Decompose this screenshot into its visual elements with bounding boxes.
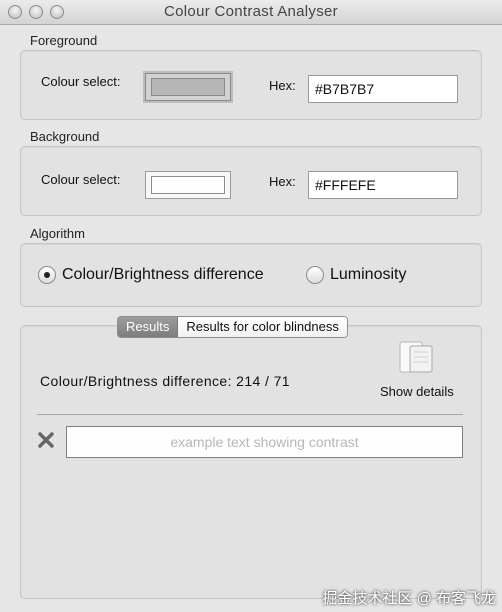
foreground-panel: Colour select: Hex: — [20, 50, 482, 120]
algorithm-option-luminosity[interactable]: Luminosity — [306, 262, 406, 288]
foreground-swatch-fill — [151, 78, 225, 96]
show-details-icon[interactable] — [398, 340, 436, 374]
foreground-colour-swatch[interactable] — [145, 73, 231, 101]
foreground-hex-label: Hex: — [269, 78, 296, 93]
foreground-colour-select-label: Colour select: — [41, 74, 121, 89]
results-divider — [37, 414, 463, 415]
tab-results-color-blindness[interactable]: Results for color blindness — [178, 317, 347, 337]
title-bar: Colour Contrast Analyser — [0, 0, 502, 25]
background-swatch-fill — [151, 176, 225, 194]
algorithm-option-label: Luminosity — [330, 266, 407, 283]
background-panel: Colour select: Hex: — [20, 146, 482, 216]
foreground-section-label: Foreground — [30, 33, 98, 48]
background-section-label: Background — [30, 129, 100, 144]
window-title: Colour Contrast Analyser — [164, 3, 338, 20]
background-colour-select-label: Colour select: — [41, 172, 121, 187]
algorithm-option-colour-brightness[interactable]: Colour/Brightness difference — [38, 262, 264, 288]
radio-button-checked-icon[interactable] — [38, 266, 56, 284]
foreground-hex-input[interactable] — [308, 75, 458, 103]
contrast-result-text: Colour/Brightness difference: 214 / 71 — [40, 373, 290, 389]
tab-results[interactable]: Results — [118, 317, 179, 337]
algorithm-option-label: Colour/Brightness difference — [62, 266, 264, 283]
radio-button-unchecked-icon[interactable] — [306, 266, 324, 284]
background-hex-input[interactable] — [308, 171, 458, 199]
contrast-sample-preview: example text showing contrast — [66, 426, 463, 458]
x-mark-icon — [38, 432, 54, 448]
results-tab-bar: Results Results for color blindness — [117, 316, 348, 338]
show-details-button[interactable]: Show details — [380, 384, 454, 399]
background-hex-label: Hex: — [269, 174, 296, 189]
algorithm-section-label: Algorithm — [30, 226, 85, 241]
watermark-text: 掘金技术社区 @ 布客飞龙 — [322, 590, 496, 607]
background-colour-swatch[interactable] — [145, 171, 231, 199]
